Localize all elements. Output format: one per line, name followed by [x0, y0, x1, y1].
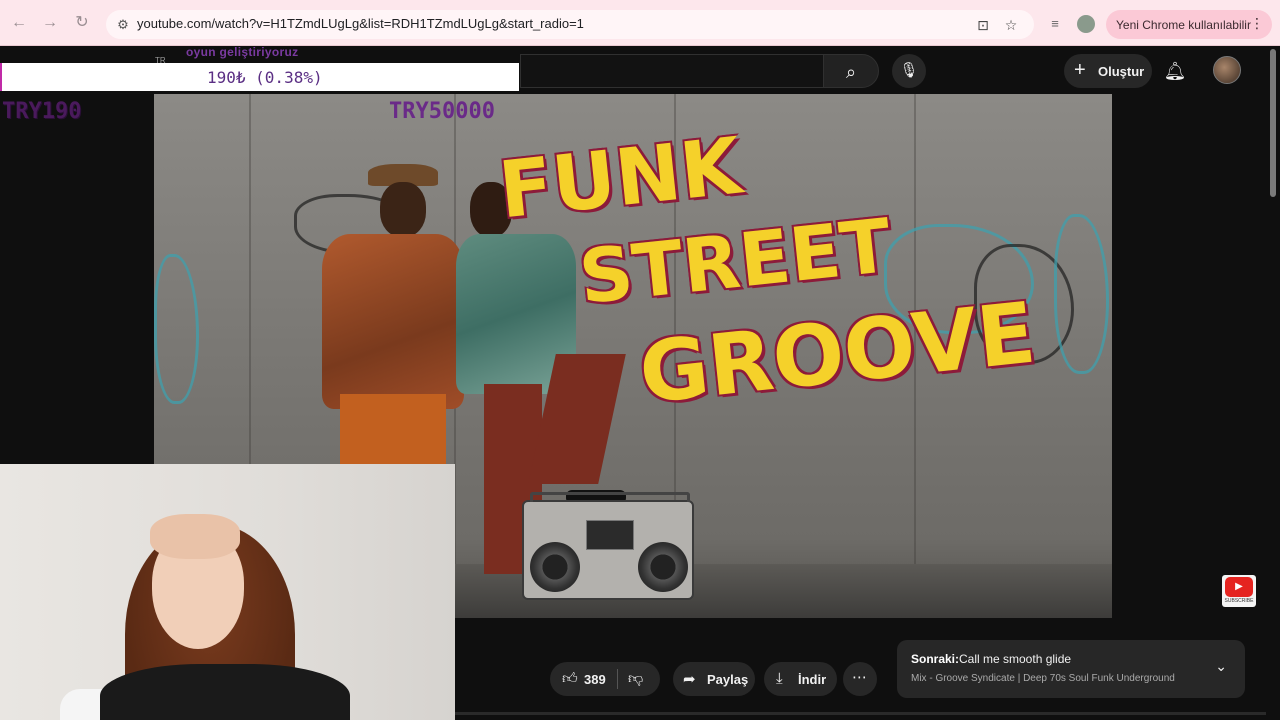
url-text: youtube.com/watch?v=H1TZmdLUgLg&list=RDH…: [137, 16, 584, 31]
graffiti-mark: [1054, 214, 1109, 374]
page-scrollbar[interactable]: [1266, 47, 1280, 720]
chrome-update-label: Yeni Chrome kullanılabilir: [1116, 18, 1251, 32]
patterned-shirt: [322, 234, 464, 409]
play-icon: ▶: [1225, 577, 1253, 597]
up-next-card[interactable]: Sonraki: Call me smooth glide Mix - Groo…: [897, 640, 1245, 698]
orange-pants: [340, 394, 446, 469]
share-icon: ➦: [683, 671, 696, 688]
share-label: Paylaş: [707, 672, 749, 687]
graffiti-mark: [154, 254, 199, 404]
boombox-handle: [530, 492, 690, 502]
download-label: İndir: [798, 672, 827, 687]
create-button[interactable]: + Oluştur: [1064, 54, 1152, 88]
install-app-icon[interactable]: ⊡: [974, 16, 992, 34]
chevron-down-icon[interactable]: ⌄: [1215, 658, 1227, 675]
subscribe-badge-label: SUBSCRIBE: [1224, 598, 1254, 604]
download-icon: ⤓: [776, 670, 783, 687]
head: [380, 182, 426, 237]
donation-goal-bar: 190₺ (0.38%): [0, 63, 519, 91]
download-button[interactable]: ⤓ İndir: [764, 662, 837, 696]
cassette-deck: [586, 520, 634, 550]
avatar[interactable]: [1213, 56, 1241, 84]
browser-toolbar: ← → ↻ ⚙ youtube.com/watch?v=H1TZmdLUgLg&…: [0, 0, 1280, 46]
profile-icon[interactable]: [1077, 15, 1095, 33]
streamer-webcam: [0, 464, 455, 720]
divider: [455, 712, 1266, 715]
address-bar[interactable]: ⚙ youtube.com/watch?v=H1TZmdLUgLg&list=R…: [106, 10, 1034, 39]
share-button[interactable]: ➦ Paylaş: [673, 662, 755, 696]
forward-icon[interactable]: →: [40, 13, 60, 33]
more-vert-icon[interactable]: ⋮: [1250, 15, 1264, 32]
notifications-bell-icon[interactable]: 🔔︎: [1163, 59, 1187, 83]
chrome-update-button[interactable]: Yeni Chrome kullanılabilir ⋮: [1106, 10, 1272, 39]
thumbs-down-icon[interactable]: 👎︎: [628, 670, 643, 688]
like-dislike-group: 👍︎ 389 👎︎: [550, 662, 660, 696]
create-label: Oluştur: [1098, 64, 1145, 79]
like-count[interactable]: 389: [584, 672, 606, 687]
bookmark-star-icon[interactable]: ☆: [1002, 16, 1020, 34]
speaker: [530, 542, 580, 592]
subscribe-badge[interactable]: ▶ SUBSCRIBE: [1222, 575, 1256, 607]
divider: [617, 669, 618, 689]
plus-icon: +: [1074, 59, 1086, 81]
goal-current-amount: TRY190: [2, 99, 82, 124]
boombox: [522, 492, 694, 600]
more-actions-button[interactable]: ⋯: [843, 662, 877, 696]
reading-list-icon[interactable]: ≡: [1046, 15, 1064, 33]
goal-caption: oyun geliştiriyoruz: [186, 45, 299, 59]
back-icon[interactable]: ←: [9, 13, 29, 33]
goal-target-amount: TRY50000: [389, 99, 495, 124]
video-title-line: FUNK: [494, 121, 746, 237]
search-icon[interactable]: ⌕: [823, 54, 879, 88]
webcam-shirt: [100, 664, 350, 720]
donation-goal-progress: 190₺ (0.38%): [207, 68, 323, 87]
search-input[interactable]: [520, 54, 823, 88]
up-next-title: Call me smooth glide: [959, 652, 1072, 666]
scrollbar-thumb[interactable]: [1270, 49, 1276, 197]
more-horiz-icon: ⋯: [852, 669, 867, 686]
reload-icon[interactable]: ↻: [72, 13, 92, 33]
speaker: [638, 542, 688, 592]
microphone-icon[interactable]: 🎙︎: [892, 54, 926, 88]
thumbs-up-icon[interactable]: 👍︎: [562, 670, 578, 688]
up-next-prefix: Sonraki:: [911, 652, 960, 666]
webcam-hand: [150, 514, 240, 559]
site-settings-icon[interactable]: ⚙: [114, 16, 132, 34]
up-next-subtitle: Mix - Groove Syndicate | Deep 70s Soul F…: [911, 673, 1175, 684]
